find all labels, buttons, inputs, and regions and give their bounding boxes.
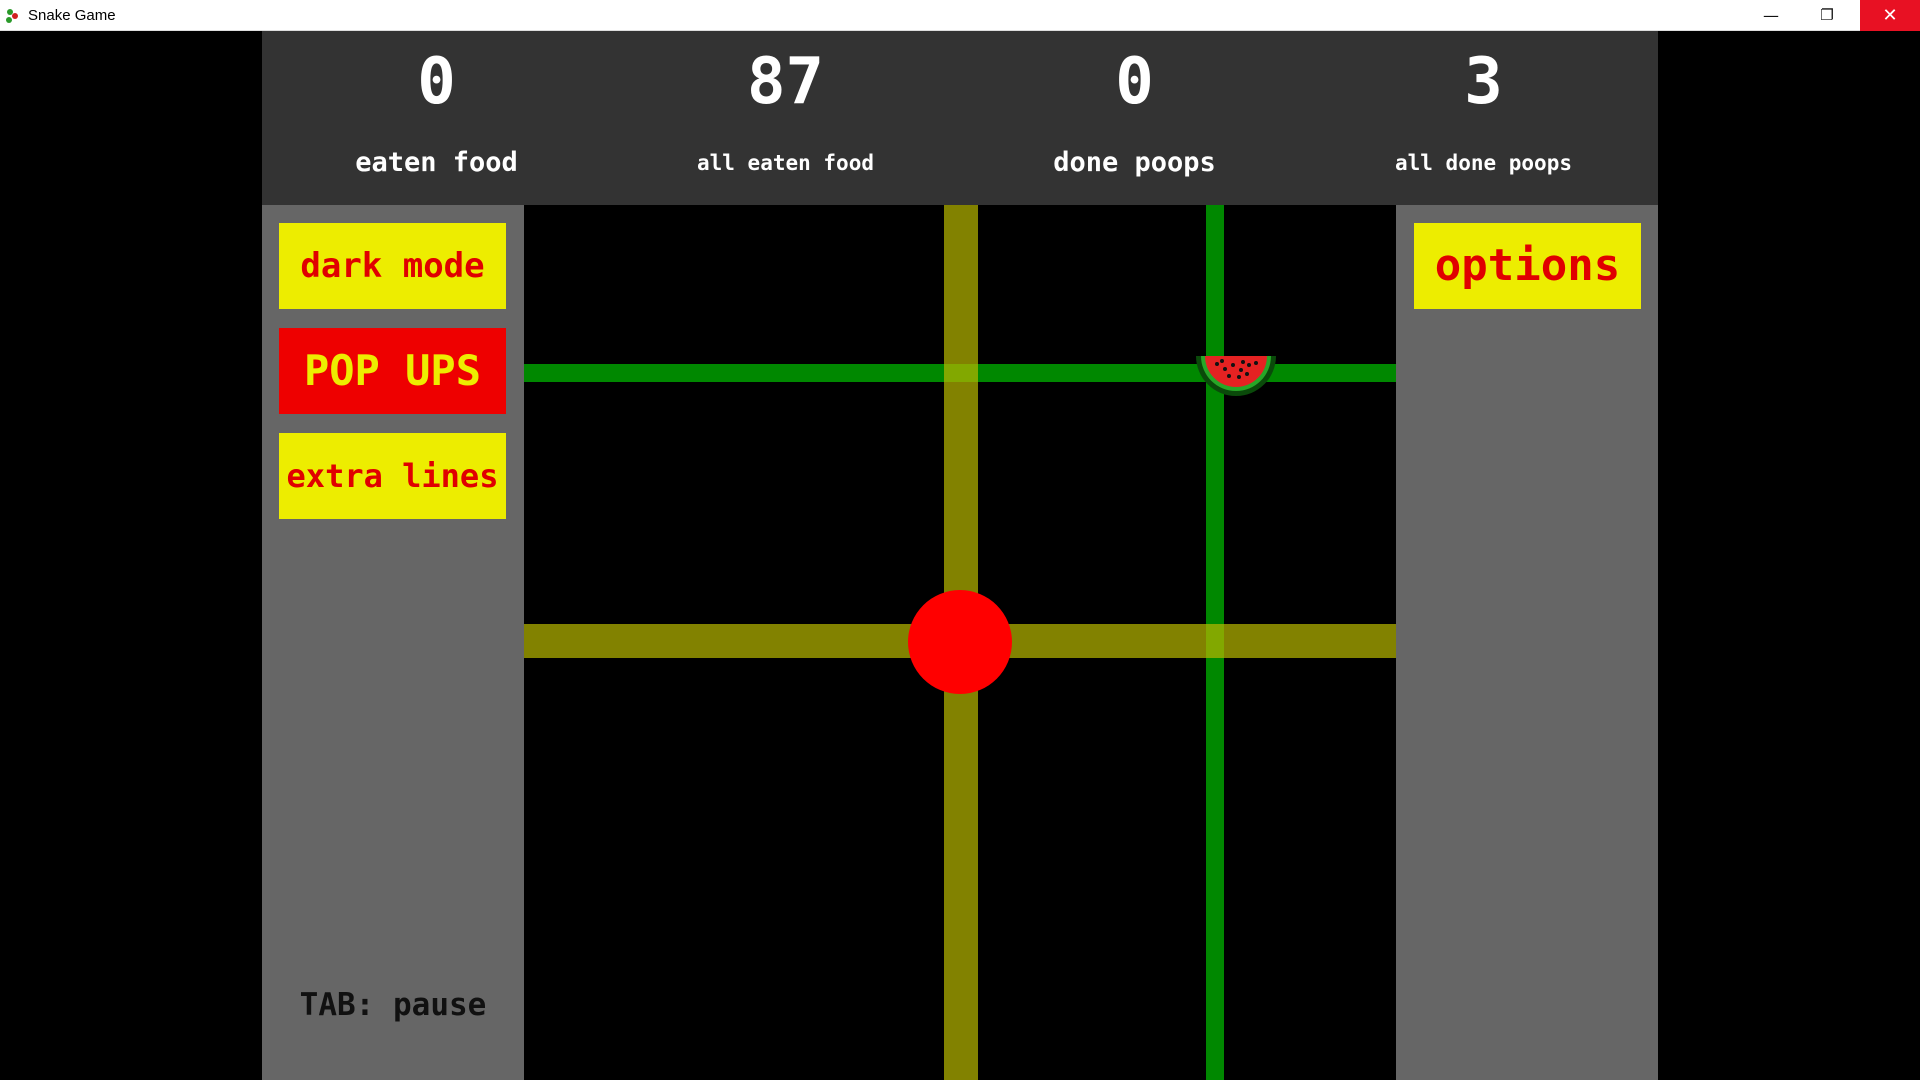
- stat-value: 0: [1115, 45, 1154, 119]
- stat-label: eaten food: [355, 147, 518, 178]
- options-button[interactable]: options: [1414, 223, 1641, 309]
- stat-value: 0: [417, 45, 456, 119]
- stat-label: all eaten food: [696, 151, 874, 175]
- game-board[interactable]: [524, 205, 1396, 1080]
- pause-hint: TAB: pause: [299, 987, 487, 1023]
- close-button[interactable]: ✕: [1860, 0, 1920, 31]
- left-panel: dark mode POP UPS extra lines TAB: pause: [262, 205, 524, 1080]
- stat-label: done poops: [1053, 147, 1216, 178]
- window-title: Snake Game: [28, 7, 116, 24]
- dark-mode-button[interactable]: dark mode: [279, 223, 506, 309]
- pop-ups-button[interactable]: POP UPS: [279, 328, 506, 414]
- stat-label: all done poops: [1394, 151, 1572, 175]
- stat-eaten-food: 0 eaten food: [262, 31, 611, 205]
- maximize-button[interactable]: ❐: [1804, 0, 1850, 31]
- snake-head: [908, 590, 1012, 694]
- stat-all-eaten-food: 87 all eaten food: [611, 31, 960, 205]
- stat-value: 87: [746, 45, 825, 119]
- stat-all-done-poops: 3 all done poops: [1309, 31, 1658, 205]
- minimize-button[interactable]: —: [1748, 0, 1794, 31]
- stat-value: 3: [1464, 45, 1503, 119]
- stat-done-poops: 0 done poops: [960, 31, 1309, 205]
- scoreboard: 0 eaten food 87 all eaten food 0 done po…: [262, 31, 1658, 205]
- watermelon-icon: [1196, 356, 1276, 396]
- extra-lines-button[interactable]: extra lines: [279, 433, 506, 519]
- window-titlebar: Snake Game — ❐ ✕: [0, 0, 1920, 31]
- snake-app-icon: [6, 9, 18, 23]
- game-area: 0 eaten food 87 all eaten food 0 done po…: [262, 31, 1658, 1080]
- right-panel: options: [1396, 205, 1658, 1080]
